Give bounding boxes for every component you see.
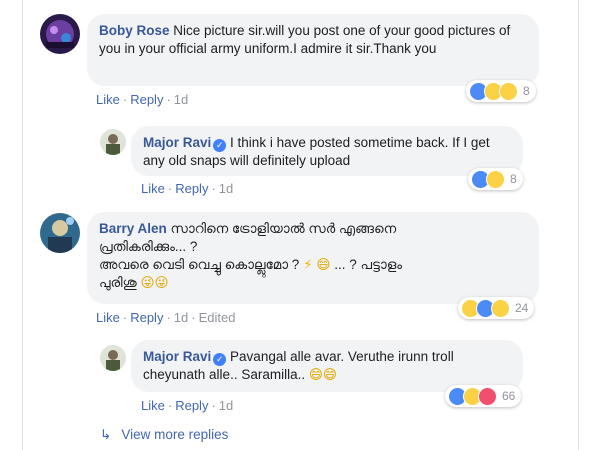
reaction-count: 24 bbox=[515, 301, 529, 315]
tongue-emoji-icon: 😜😜 bbox=[140, 275, 169, 290]
reaction-summary[interactable]: 24 bbox=[458, 297, 535, 319]
reaction-summary[interactable]: 66 bbox=[445, 385, 522, 407]
reply-button[interactable]: Reply bbox=[130, 310, 163, 325]
like-button[interactable]: Like bbox=[141, 398, 165, 413]
comment-author[interactable]: Boby Rose bbox=[99, 23, 170, 38]
comment-bubble: Boby Rose Nice picture sir.will you post… bbox=[87, 14, 539, 86]
verified-icon: ✓ bbox=[213, 139, 227, 152]
like-button[interactable]: Like bbox=[96, 92, 120, 107]
reply-timestamp[interactable]: 1d bbox=[219, 398, 233, 413]
panel-left-border bbox=[22, 0, 23, 450]
reply-button[interactable]: Reply bbox=[175, 398, 208, 413]
comment-text-line3b: ... ? പട്ടാളം bbox=[334, 257, 403, 272]
reaction-summary[interactable]: 8 bbox=[466, 80, 536, 102]
comment-text-line4: പുരിശു bbox=[99, 275, 137, 290]
like-button[interactable]: Like bbox=[96, 310, 120, 325]
comment-text-line2: പ്രതികരിക്കും... ? bbox=[99, 239, 198, 254]
verified-icon: ✓ bbox=[213, 353, 227, 366]
reply-button[interactable]: Reply bbox=[130, 92, 163, 107]
avatar-boby-rose[interactable] bbox=[40, 14, 80, 54]
love-icon bbox=[478, 386, 497, 406]
comment-actions: Like · Reply · 1d bbox=[96, 92, 189, 107]
avatar-major-ravi[interactable] bbox=[100, 345, 126, 371]
haha-icon bbox=[486, 169, 505, 189]
grin-emoji-icon: 😄 bbox=[316, 257, 331, 272]
reply-bubble: Major Ravi ✓ I think i have posted someti… bbox=[131, 126, 523, 176]
view-more-label: View more replies bbox=[121, 427, 229, 442]
edited-label[interactable]: Edited bbox=[199, 310, 236, 325]
reply-actions: Like · Reply · 1d bbox=[141, 181, 234, 196]
reaction-summary[interactable]: 8 bbox=[468, 168, 523, 190]
reply-actions: Like · Reply · 1d bbox=[141, 398, 234, 413]
grin-emoji-icon: 😄😄 bbox=[308, 367, 338, 382]
sad-icon bbox=[499, 81, 518, 101]
reply-timestamp[interactable]: 1d bbox=[219, 181, 233, 196]
panel-right-border bbox=[578, 0, 579, 450]
comment-text-line3a: അവരെ വെടി വെച്ചു കൊല്ലുമോ ? bbox=[99, 257, 300, 272]
reply-author[interactable]: Major Ravi bbox=[143, 135, 211, 150]
comment-text-line1: സാറിനെ ട്രോളിയാൽ സർ എങ്ങനെ bbox=[170, 221, 397, 236]
sad-icon bbox=[491, 298, 510, 318]
avatar-barry-alen[interactable] bbox=[40, 213, 80, 253]
avatar-major-ravi[interactable] bbox=[100, 129, 126, 155]
reply-button[interactable]: Reply bbox=[175, 181, 208, 196]
reaction-count: 8 bbox=[510, 172, 517, 186]
comment-timestamp[interactable]: 1d bbox=[174, 310, 188, 325]
reaction-count: 8 bbox=[523, 84, 530, 98]
view-more-replies-link[interactable]: ↳ View more replies bbox=[100, 427, 228, 443]
lightning-emoji-icon: ⚡ bbox=[303, 257, 313, 272]
reply-author[interactable]: Major Ravi bbox=[143, 349, 211, 364]
like-button[interactable]: Like bbox=[141, 181, 165, 196]
comment-bubble: Barry Alen സാറിനെ ട്രോളിയാൽ സർ എങ്ങനെ പ്… bbox=[87, 212, 539, 304]
comment-author[interactable]: Barry Alen bbox=[99, 221, 167, 236]
comment-timestamp[interactable]: 1d bbox=[174, 92, 188, 107]
reply-arrow-icon: ↳ bbox=[100, 427, 112, 442]
comment-actions: Like · Reply · 1d · Edited bbox=[96, 310, 236, 325]
reaction-count: 66 bbox=[502, 389, 516, 403]
